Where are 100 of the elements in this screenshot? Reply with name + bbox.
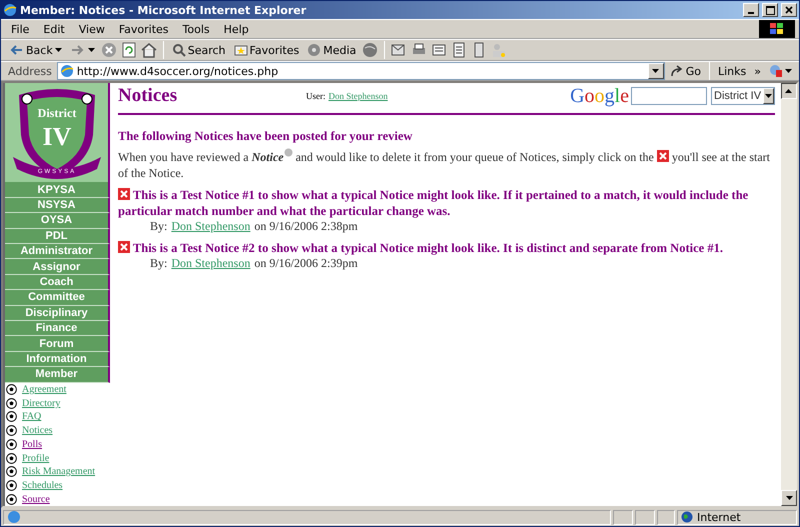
menu-item[interactable]: Tools	[176, 20, 216, 38]
soccer-ball-icon	[6, 494, 17, 505]
favorites-button[interactable]: Favorites	[230, 42, 302, 58]
caret-icon	[88, 48, 95, 52]
media-button[interactable]: Media	[304, 42, 360, 58]
browser-icon	[3, 3, 17, 17]
chevron-button[interactable]: »	[751, 64, 764, 78]
menu-item[interactable]: View	[72, 20, 111, 38]
notice-text: This is a Test Notice #2 to show what a typical Notice might look like. It is distinct and separate from Notice #1.	[118, 240, 775, 256]
refresh-icon[interactable]	[120, 41, 138, 59]
scrollbar[interactable]	[781, 83, 797, 506]
search-button[interactable]: Search	[168, 42, 229, 58]
dropdown-button[interactable]	[648, 63, 664, 79]
delete-icon[interactable]	[118, 241, 130, 253]
soccer-ball-icon	[6, 398, 17, 409]
sidebar-link[interactable]: Schedules	[22, 480, 63, 491]
sidebar-link[interactable]: Agreement	[22, 384, 66, 395]
zone-label: Internet	[697, 510, 741, 524]
links-button[interactable]: Links	[715, 64, 750, 78]
nav-button[interactable]: Forum	[5, 336, 110, 352]
sidebar-link[interactable]: Directory	[22, 398, 60, 409]
pdf-icon	[769, 64, 783, 78]
nav-button[interactable]: Coach	[5, 274, 110, 290]
nav-button[interactable]: Committee	[5, 290, 110, 306]
nav-button[interactable]: OYSA	[5, 213, 110, 229]
caret-icon	[786, 496, 792, 500]
nav-button[interactable]: PDL	[5, 228, 110, 244]
soccer-ball-icon	[6, 452, 17, 464]
search-brand: Google	[570, 85, 629, 108]
nav-button[interactable]: NSYSA	[5, 198, 110, 214]
film-reel-icon	[307, 43, 322, 57]
sidebar-link[interactable]: Polls	[22, 438, 42, 450]
stop-icon[interactable]	[100, 41, 118, 59]
delete-icon[interactable]	[656, 150, 669, 162]
sidebar-link[interactable]: Risk Management	[22, 466, 96, 478]
nav-button[interactable]: Disciplinary	[5, 306, 110, 322]
delete-icon[interactable]	[118, 188, 130, 200]
address-field[interactable]: http://www.d4soccer.org/notices.php	[56, 62, 665, 80]
search-icon	[172, 43, 186, 57]
star-folder-icon	[234, 44, 248, 56]
sidebar-link[interactable]: Profile	[22, 452, 50, 464]
notice-date: on 9/16/2006 2:39pm	[254, 256, 358, 271]
maximize-button[interactable]	[762, 3, 778, 17]
nav-button[interactable]: Administrator	[5, 244, 110, 260]
soccer-ball-icon	[6, 480, 17, 491]
soccer-ball-icon	[6, 466, 17, 478]
status-pane	[657, 510, 675, 524]
soccer-ball-icon	[6, 411, 17, 422]
section-heading: The following Notices have been posted for your review	[118, 129, 414, 144]
nav-button[interactable]: Member	[5, 367, 110, 383]
page-icon	[7, 510, 21, 524]
notice-date: on 9/16/2006 2:38pm	[254, 219, 358, 234]
sidebar-link[interactable]: Source	[22, 494, 50, 505]
notice-text: This is a Test Notice #1 to show what a typical Notice might look like. If it pertained to a match, it would include the particular match number and what the particular change was.	[118, 187, 750, 219]
go-arrow-icon	[670, 65, 684, 77]
user-link[interactable]: Don Stephenson	[328, 91, 388, 101]
by-label: By:	[150, 256, 168, 271]
globe-icon[interactable]	[361, 41, 380, 59]
nav-button[interactable]: KPYSA	[5, 182, 110, 198]
by-label: By:	[150, 219, 168, 234]
caret-icon	[765, 94, 772, 98]
user-label: User:	[306, 91, 326, 101]
soccer-ball-icon	[6, 425, 17, 436]
windows-logo	[759, 20, 795, 38]
menu-item[interactable]: File	[5, 20, 36, 38]
page-title: Notices	[118, 85, 178, 107]
home-icon[interactable]	[140, 41, 158, 59]
sidebar-link[interactable]: FAQ	[22, 411, 42, 422]
soccer-ball-icon	[6, 438, 17, 450]
soccer-ball-icon	[6, 384, 17, 395]
go-button[interactable]: Go	[666, 64, 704, 78]
caret-icon	[54, 48, 62, 52]
caret-icon	[652, 69, 660, 73]
forward-arrow-icon	[70, 44, 86, 56]
close-icon	[785, 6, 793, 14]
search-field[interactable]	[631, 87, 707, 105]
nav-button[interactable]: Finance	[5, 321, 110, 336]
status-pane	[613, 510, 633, 524]
window-title: Member: Notices - Microsoft Internet Explorer	[20, 4, 308, 16]
sidebar-link[interactable]: Notices	[22, 425, 53, 436]
intro-paragraph: When you have reviewed a Notice and would like to delete it from your queue of Notices, simply click on the you'll see at the start of the Notice.	[118, 148, 771, 181]
menu-item[interactable]: Help	[218, 20, 255, 38]
menu-item[interactable]: Favorites	[112, 20, 175, 38]
back-arrow-icon	[8, 44, 24, 56]
caret-icon	[785, 69, 792, 73]
author-link[interactable]: Don Stephenson	[171, 219, 250, 234]
district-select[interactable]: District IV	[711, 87, 775, 105]
close-button[interactable]	[781, 3, 797, 17]
nav-button[interactable]: Information	[5, 352, 110, 368]
menu-item[interactable]: Edit	[37, 20, 71, 38]
maximize-icon	[766, 6, 774, 14]
back-button[interactable]: Back	[5, 42, 65, 58]
page-icon	[60, 64, 74, 78]
author-link[interactable]: Don Stephenson	[171, 256, 250, 271]
globe-icon	[681, 511, 693, 523]
address-label: Address	[7, 64, 53, 78]
nav-button[interactable]: Assignor	[5, 259, 110, 275]
minimize-button[interactable]	[743, 3, 759, 17]
status-pane	[635, 510, 655, 524]
caret-icon	[786, 89, 792, 93]
